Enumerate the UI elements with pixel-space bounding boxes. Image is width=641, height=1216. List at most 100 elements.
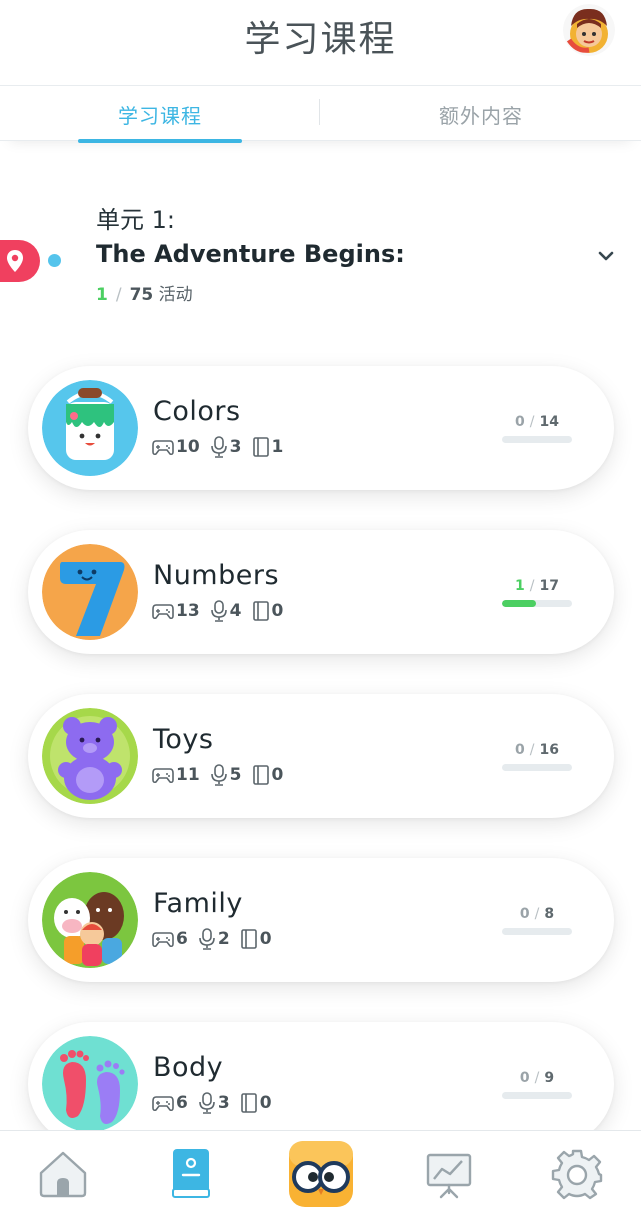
stat-speaking: 3	[198, 1092, 230, 1114]
stat-speaking-count: 4	[229, 601, 242, 621]
tab-divider	[319, 99, 320, 125]
lesson-progress-bar	[502, 1092, 572, 1099]
lesson-card-toys[interactable]: Toys 11 5 0 0/16	[28, 694, 614, 818]
lesson-name: Family	[153, 888, 243, 919]
tab-extra-content[interactable]: 额外内容	[321, 87, 641, 141]
chevron-down-icon[interactable]	[596, 246, 616, 266]
owl-mascot-icon	[289, 1141, 353, 1207]
book-icon	[240, 929, 257, 949]
top-bar: 学习课程	[0, 0, 641, 86]
gamepad-icon	[152, 604, 174, 620]
nav-mascot[interactable]	[266, 1131, 376, 1216]
count-total: 9	[544, 1070, 555, 1086]
footprints-icon	[42, 1036, 138, 1132]
stat-books: 0	[240, 1092, 272, 1114]
unit-title[interactable]: The Adventure Begins:	[96, 240, 405, 268]
tab-bar: 学习课程 额外内容	[0, 87, 641, 143]
lesson-progress-bar	[502, 928, 572, 935]
microphone-icon	[199, 1092, 215, 1114]
unit-number: 单元 1:	[96, 206, 175, 234]
count-total: 14	[539, 414, 559, 430]
microphone-icon	[199, 928, 215, 950]
lesson-name: Toys	[153, 724, 214, 755]
lesson-progress-bar	[502, 436, 572, 443]
count-separator: /	[534, 1070, 540, 1086]
lesson-card-family[interactable]: Family 6 2 0 0/8	[28, 858, 614, 982]
unit-timeline-dot	[48, 254, 61, 267]
microphone-icon	[210, 600, 227, 622]
lesson-progress-bar	[502, 600, 572, 607]
stat-speaking: 3	[210, 436, 242, 458]
book-course-icon	[172, 1149, 210, 1198]
lesson-stats: 6 2 0	[152, 928, 282, 950]
stat-games: 13	[152, 601, 200, 621]
count-done: 0	[515, 742, 525, 758]
count-done: 0	[519, 1070, 530, 1086]
stat-books: 0	[252, 600, 284, 622]
location-pin-icon	[7, 250, 23, 272]
stat-books-count: 0	[271, 601, 284, 621]
avatar[interactable]	[563, 4, 615, 56]
paint-bucket-icon	[42, 380, 138, 476]
lesson-card-colors[interactable]: Colors 10 3 1 0/14	[28, 366, 614, 490]
gamepad-icon	[152, 768, 174, 784]
gamepad-icon	[152, 440, 174, 456]
stat-games-count: 13	[176, 601, 200, 621]
lesson-name: Body	[153, 1052, 224, 1083]
lesson-progress-bar	[502, 764, 572, 771]
stat-books: 0	[252, 764, 283, 786]
stat-speaking: 4	[210, 600, 242, 622]
lesson-thumbnail-numbers	[42, 544, 138, 640]
nav-settings[interactable]	[522, 1131, 632, 1216]
nav-stats[interactable]	[394, 1131, 504, 1216]
progress-fill	[502, 600, 536, 607]
stat-games: 6	[152, 1093, 188, 1113]
book-icon	[252, 601, 269, 621]
lesson-activity-count: 0/14	[502, 414, 572, 430]
lesson-activity-count: 0/9	[502, 1070, 572, 1086]
stat-books-count: 1	[271, 437, 284, 457]
stat-games: 6	[152, 929, 188, 949]
count-total: 17	[539, 578, 559, 594]
tab-active-underline	[78, 139, 242, 143]
stat-books-count: 0	[259, 1093, 272, 1113]
bottom-nav	[0, 1130, 641, 1216]
lesson-card-body[interactable]: Body 6 3 0 0/9	[28, 1022, 614, 1146]
unit-progress: 1 / 75 活动	[96, 280, 193, 305]
microphone-icon	[210, 436, 227, 458]
stat-games-count: 6	[176, 929, 188, 949]
stat-games-count: 6	[176, 1093, 188, 1113]
avatar-image	[563, 4, 615, 56]
count-separator: /	[529, 742, 535, 758]
lesson-activity-count: 0/16	[502, 742, 572, 758]
stat-speaking: 5	[210, 764, 242, 786]
count-separator: /	[534, 906, 540, 922]
stat-games: 11	[152, 765, 200, 785]
nav-home[interactable]	[8, 1131, 118, 1216]
microphone-icon	[210, 764, 227, 786]
lesson-activity-count: 0/8	[502, 906, 572, 922]
location-pin-marker	[0, 240, 40, 282]
tab-courses[interactable]: 学习课程	[0, 87, 320, 143]
stat-speaking-count: 5	[229, 765, 242, 785]
count-total: 16	[539, 742, 559, 758]
lesson-thumbnail-body	[42, 1036, 138, 1132]
gamepad-icon	[152, 932, 174, 948]
lesson-stats: 10 3 1	[152, 436, 293, 458]
unit-progress-separator: /	[115, 285, 122, 305]
unit-progress-total: 75	[129, 285, 154, 305]
nav-courses[interactable]	[136, 1131, 246, 1216]
stats-board-icon	[426, 1153, 472, 1199]
lesson-thumbnail-toys	[42, 708, 138, 804]
lesson-stats: 13 4 0	[152, 600, 293, 622]
stat-speaking-count: 2	[217, 929, 230, 949]
count-separator: /	[529, 578, 535, 594]
stat-speaking-count: 3	[229, 437, 242, 457]
lesson-card-numbers[interactable]: Numbers 13 4 0 1/17	[28, 530, 614, 654]
lesson-stats: 11 5 0	[152, 764, 293, 786]
lesson-name: Colors	[153, 396, 241, 427]
lesson-thumbnail-colors	[42, 380, 138, 476]
family-characters-icon	[42, 872, 138, 968]
stat-speaking: 2	[198, 928, 230, 950]
lesson-name: Numbers	[153, 560, 280, 591]
